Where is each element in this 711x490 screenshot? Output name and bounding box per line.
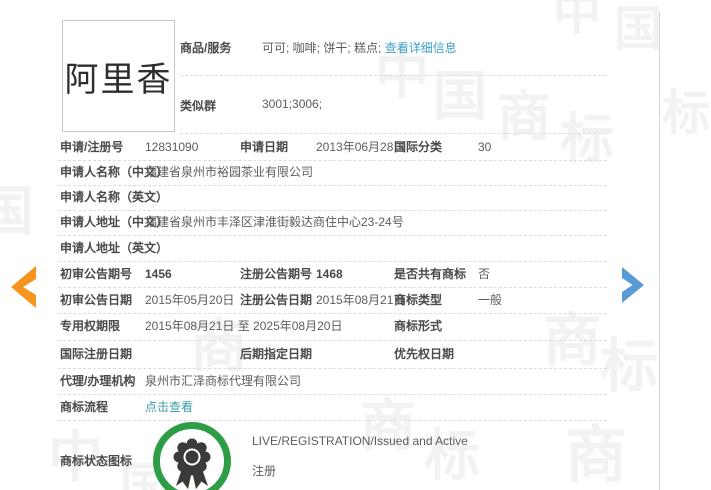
field-value: 福建省泉州市丰泽区津淮街毅达商住中心23-24号 [145, 215, 404, 229]
field-label: 注册公告日期 [240, 293, 313, 307]
detail-row: 申请人地址（英文） [58, 235, 607, 262]
goods-services-label: 商品/服务 [180, 41, 232, 55]
field-label: 初审公告期号 [60, 267, 133, 281]
similar-group-label: 类似群 [180, 99, 217, 113]
watermark-glyph: 国 [433, 67, 487, 127]
watermark-glyph: 国 [0, 182, 34, 242]
field-label: 商标流程 [60, 400, 109, 414]
trademark-status-badge-icon [153, 422, 231, 490]
field-value: 1456 [145, 267, 172, 281]
separator [180, 75, 606, 76]
trademark-process-link[interactable]: 点击查看 [145, 394, 193, 420]
watermark-glyph: 中 [553, 0, 602, 40]
field-label: 优先权日期 [394, 347, 455, 361]
detail-row: 初审公告期号 1456 注册公告期号 1468 是否共有商标否 [58, 261, 607, 288]
trademark-status-label: 商标状态图标 [60, 454, 133, 468]
detail-row: 商标流程 点击查看 [58, 394, 607, 421]
watermark-glyph: 国 [614, 3, 663, 56]
field-label: 申请/注册号 [60, 140, 124, 154]
detail-row: 申请人地址（中文） 福建省泉州市丰泽区津淮街毅达商住中心23-24号 [58, 210, 607, 236]
field-value: 否 [478, 267, 491, 281]
field-label: 申请人地址（英文） [60, 241, 169, 255]
field-label: 是否共有商标 [394, 267, 467, 281]
status-text-en: LIVE/REGISTRATION/Issued and Active [252, 434, 468, 448]
field-value: 福建省泉州市裕园茶业有限公司 [145, 165, 314, 179]
detail-row: 申请/注册号 12831090 申请日期 2013年06月28日 国际分类 30 [58, 135, 607, 161]
trademark-detail-page: 中国商标中国国商商标中商标商国标 阿里香 商品/服务 可可; 咖啡; 饼干; 糕… [0, 0, 711, 490]
trademark-name-text: 阿里香 [64, 60, 173, 99]
field-value: 2013年06月28日 [316, 140, 406, 154]
view-details-link[interactable]: 查看详细信息 [385, 41, 457, 55]
field-label: 商标类型 [394, 293, 443, 307]
page-right-edge-divider [659, 12, 660, 490]
watermark-glyph: 商 [565, 421, 628, 490]
field-label: 初审公告日期 [60, 293, 133, 307]
field-label: 注册公告期号 [240, 267, 313, 281]
field-label: 申请人名称（英文） [60, 190, 169, 204]
detail-row: 申请人名称（中文） 福建省泉州市裕园茶业有限公司 [58, 160, 607, 186]
field-label: 国际分类 [394, 140, 443, 154]
detail-row: 初审公告日期 2015年05月20日 注册公告日期 2015年08月21日 商标类型 一般 [58, 287, 607, 314]
field-label: 商标形式 [394, 319, 443, 333]
detail-row: 代理/办理机构 泉州市汇泽商标代理有限公司 [58, 368, 607, 395]
field-value: 2015年08月21日 至 2025年08月20日 [145, 319, 343, 333]
detail-row: 国际注册日期 后期指定日期 优先权日期 [58, 340, 607, 369]
similar-group-value: 3001;3006; [262, 97, 323, 111]
field-label: 代理/办理机构 [60, 374, 136, 388]
field-label: 国际注册日期 [60, 347, 133, 361]
watermark-glyph: 标 [600, 334, 659, 399]
field-value: 1468 [316, 267, 343, 281]
watermark-glyph: 标 [662, 87, 711, 140]
detail-row: 申请人名称（英文） [58, 185, 607, 211]
field-label: 专用权期限 [60, 319, 121, 333]
field-value: 2015年05月20日 [145, 293, 235, 307]
separator [180, 133, 606, 134]
field-value: 12831090 [145, 140, 199, 154]
field-value: 泉州市汇泽商标代理有限公司 [145, 374, 302, 388]
goods-services-value: 可可; 咖啡; 饼干; 糕点; [262, 41, 385, 55]
field-label: 申请日期 [240, 140, 289, 154]
next-arrow-button[interactable] [622, 267, 646, 303]
field-value: 2015年08月21日 [316, 293, 406, 307]
field-value: 30 [478, 140, 492, 154]
detail-row: 专用权期限 2015年08月21日 至 2025年08月20日 商标形式 [58, 313, 607, 341]
trademark-image: 阿里香 [62, 20, 175, 132]
previous-arrow-button[interactable] [8, 266, 36, 308]
field-value: 一般 [478, 293, 503, 307]
goods-services-value-wrap: 可可; 咖啡; 饼干; 糕点; 查看详细信息 [262, 39, 457, 57]
status-text-zh: 注册 [252, 464, 277, 478]
field-label: 后期指定日期 [240, 347, 313, 361]
